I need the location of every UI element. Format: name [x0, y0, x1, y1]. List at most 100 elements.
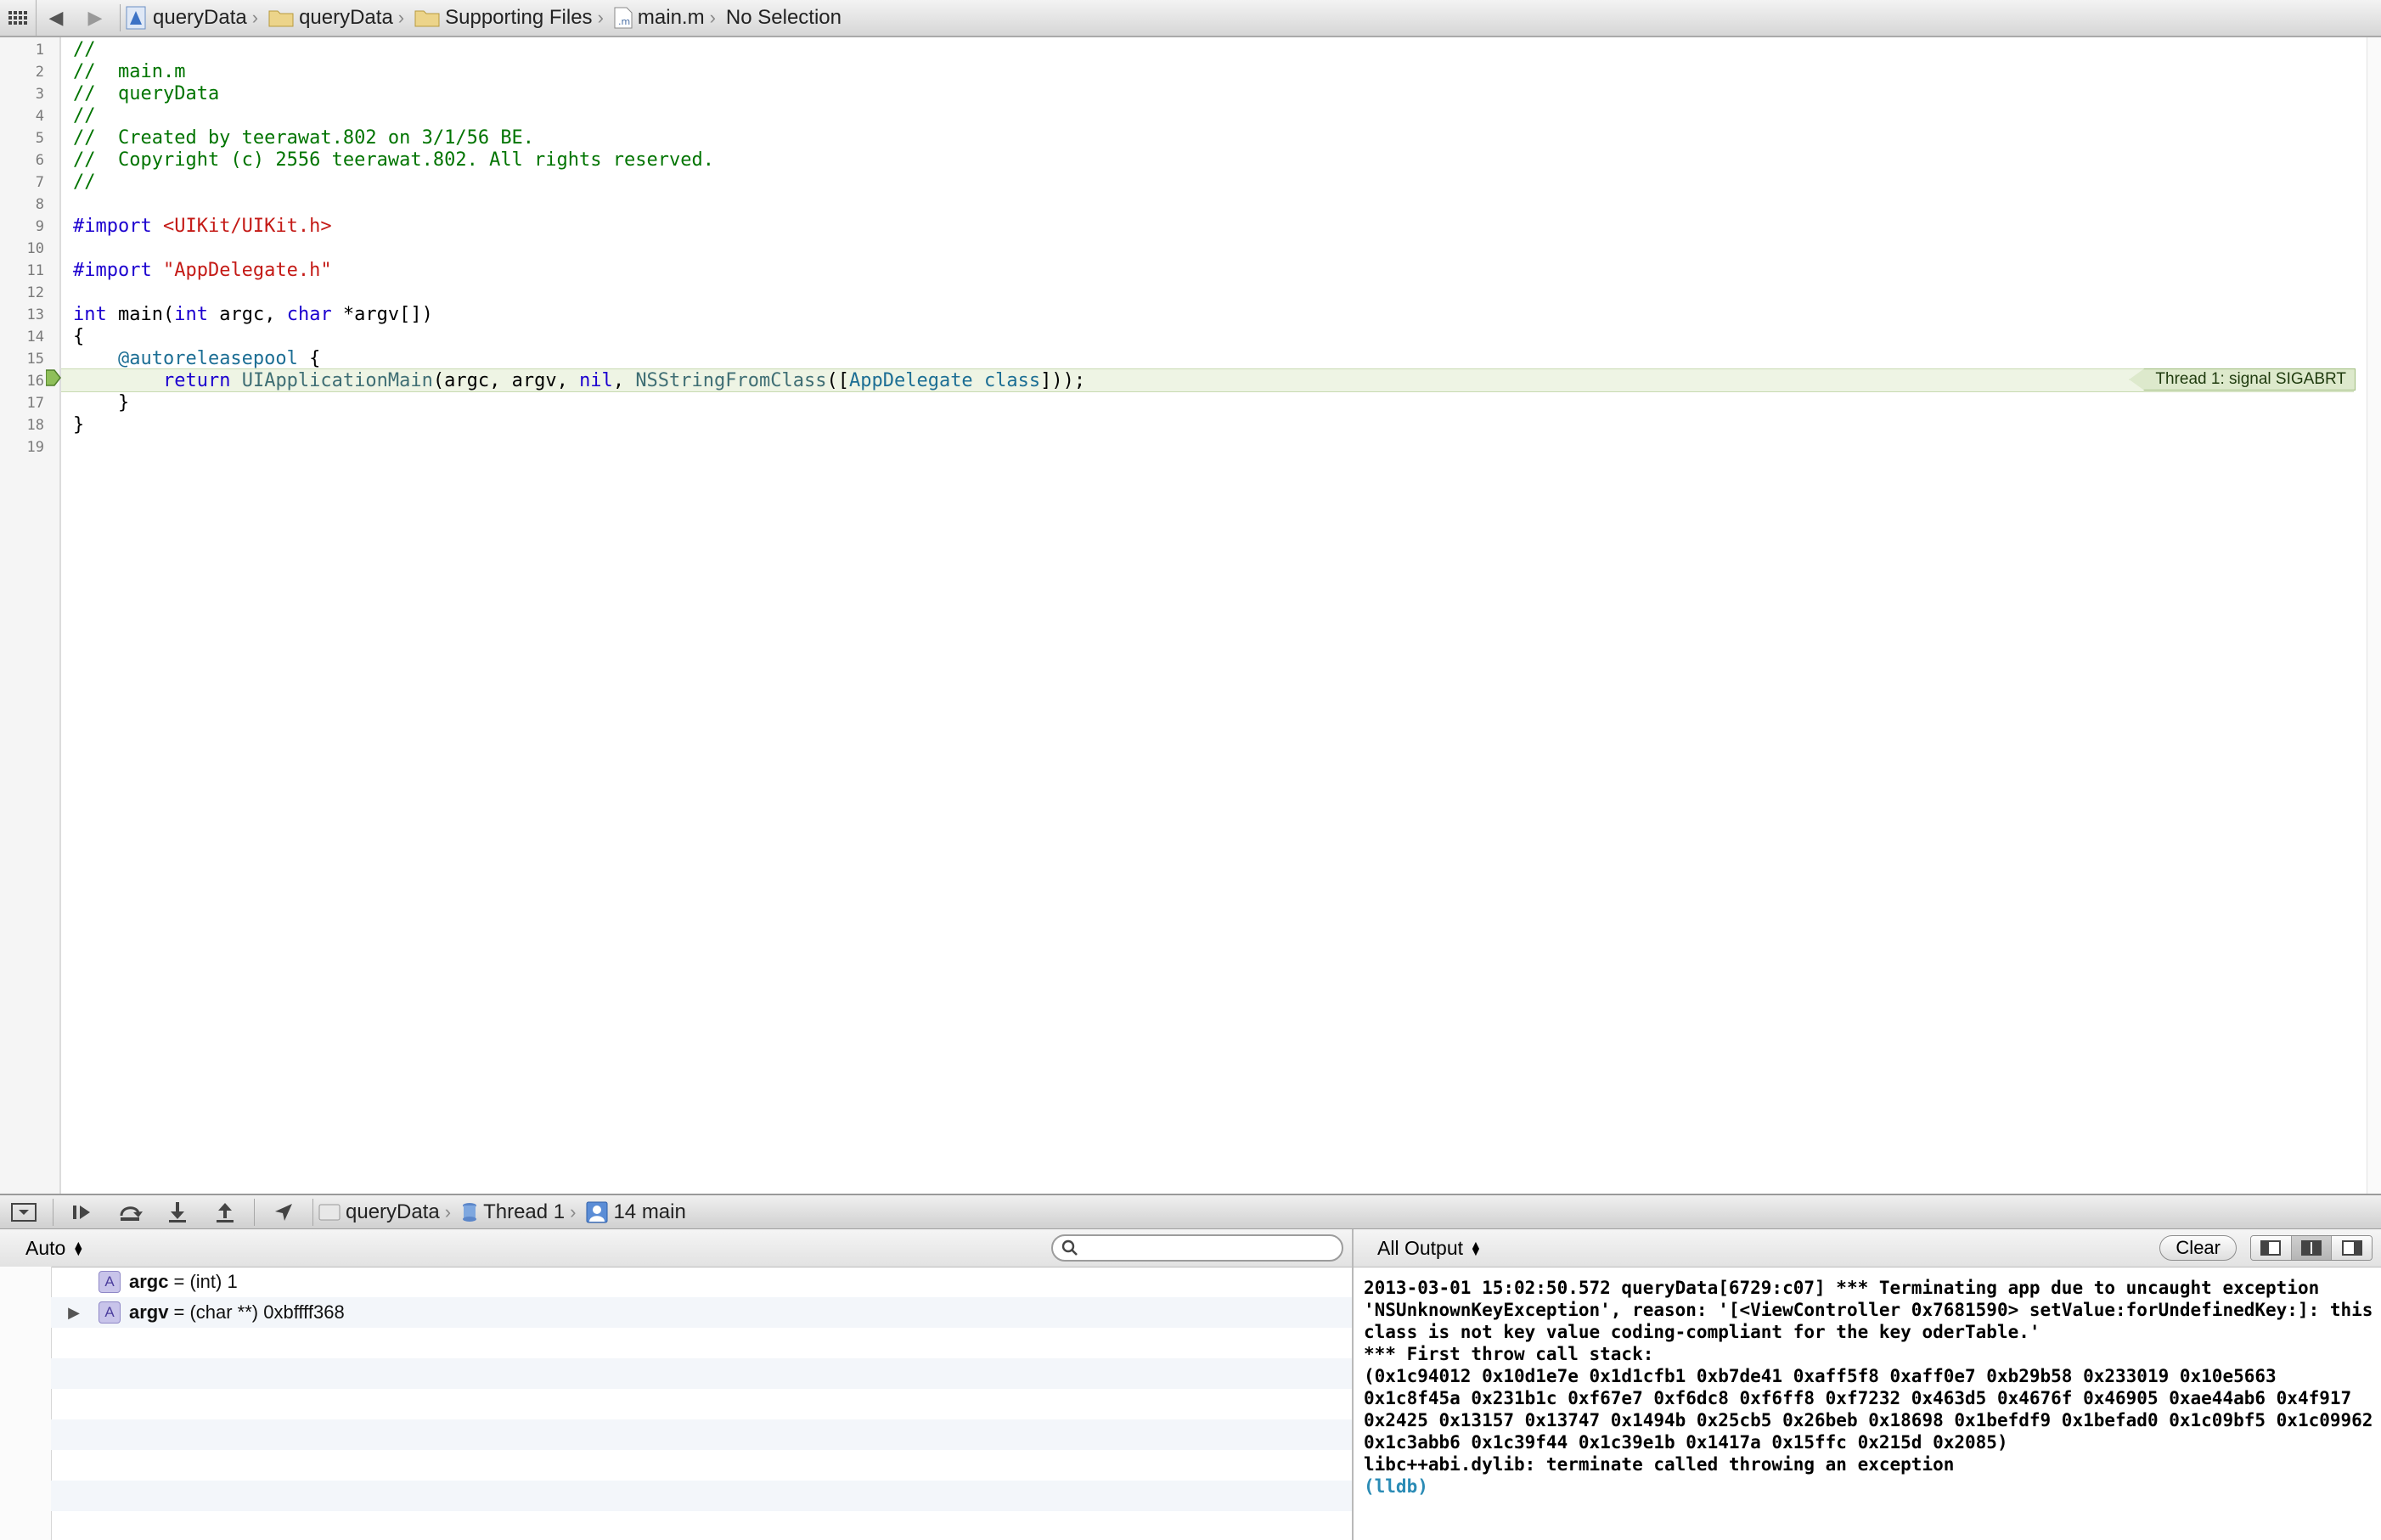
- variables-scope-popup[interactable]: Auto ▲ ▼: [25, 1237, 84, 1260]
- editor-vertical-scrollbar[interactable]: [2367, 37, 2381, 1194]
- breadcrumb-label: main.m: [637, 6, 705, 29]
- line-number: 15: [26, 351, 44, 368]
- updown-arrows-icon: ▲ ▼: [72, 1238, 85, 1258]
- console-log-text: 2013-03-01 15:02:50.572 queryData[6729:c…: [1364, 1278, 2373, 1475]
- folder-icon: [414, 8, 440, 27]
- argument-badge-icon: A: [99, 1271, 121, 1293]
- line-number: 1: [35, 42, 44, 59]
- code-line: int main(int argc, char *argv[]): [73, 304, 433, 325]
- code-line: //: [73, 39, 96, 60]
- line-number: 18: [26, 417, 44, 434]
- line-number: 13: [26, 306, 44, 323]
- chevron-right-icon: ›: [709, 7, 716, 28]
- line-number: 5: [35, 130, 44, 147]
- breadcrumb-symbol[interactable]: No Selection: [726, 0, 845, 36]
- project-icon: [126, 6, 148, 30]
- thread-icon: [461, 1202, 478, 1222]
- debug-breadcrumb-process[interactable]: queryData ›: [318, 1194, 461, 1230]
- show-console-only-icon[interactable]: [2332, 1236, 2372, 1260]
- line-number: 4: [35, 108, 44, 125]
- empty-row: [51, 1481, 1352, 1511]
- console-header: All Output ▲ ▼ Clear: [1354, 1229, 2381, 1267]
- pane-layout-segmented-control: [2250, 1235, 2373, 1261]
- line-number: 14: [26, 329, 44, 346]
- breadcrumb-file[interactable]: .m main.m ›: [614, 0, 726, 36]
- empty-row: [51, 1328, 1352, 1358]
- chevron-right-icon: ›: [444, 1200, 452, 1222]
- debug-breadcrumb-thread[interactable]: Thread 1 ›: [461, 1194, 586, 1230]
- chevron-right-icon: ›: [597, 7, 604, 28]
- console-output[interactable]: 2013-03-01 15:02:50.572 queryData[6729:c…: [1364, 1277, 2374, 1498]
- code-line: //: [73, 171, 96, 193]
- line-number: 12: [26, 284, 44, 301]
- show-both-panes-icon[interactable]: [2291, 1236, 2333, 1260]
- hide-debug-area-icon[interactable]: [0, 1195, 48, 1229]
- continue-icon[interactable]: [59, 1195, 106, 1229]
- line-number-gutter[interactable]: 1 2 3 4 5 6 7 8 9 10 11 12 13 14 15 16 1…: [0, 37, 61, 1194]
- code-line: // Created by teerawat.802 on 3/1/56 BE.: [73, 127, 535, 149]
- line-number: 10: [26, 240, 44, 257]
- m-file-icon: .m: [614, 7, 633, 29]
- breadcrumb-project[interactable]: queryData ›: [126, 0, 268, 36]
- variables-margin: [0, 1267, 52, 1540]
- search-icon: [1061, 1239, 1078, 1256]
- step-over-icon[interactable]: [106, 1195, 154, 1229]
- empty-row: [51, 1450, 1352, 1481]
- variables-search-field[interactable]: [1051, 1234, 1343, 1262]
- variable-value: = (char **) 0xbffff368: [173, 1301, 345, 1323]
- line-number: 7: [35, 174, 44, 191]
- empty-row: [51, 1358, 1352, 1389]
- scope-label: Auto: [25, 1236, 66, 1259]
- search-input[interactable]: [1084, 1237, 1325, 1259]
- code-line: @autoreleasepool {: [117, 348, 321, 369]
- line-number: 2: [35, 64, 44, 81]
- folder-icon: [268, 8, 294, 27]
- source-editor[interactable]: Thread 1: signal SIGABRT // // main.m //…: [61, 37, 2381, 1194]
- code-line: #import <UIKit/UIKit.h>: [73, 216, 332, 237]
- jump-bar: ◀ ▶ queryData › queryData › Supporting F…: [0, 0, 2381, 37]
- clear-console-button[interactable]: Clear: [2159, 1235, 2237, 1261]
- variable-row-argc[interactable]: A argc = (int) 1: [51, 1267, 1352, 1297]
- line-number: 16: [26, 373, 44, 390]
- empty-row: [51, 1389, 1352, 1419]
- breadcrumb-label: queryData: [299, 6, 393, 29]
- argument-badge-icon: A: [99, 1301, 121, 1324]
- related-items-grid-icon[interactable]: [0, 0, 37, 36]
- program-counter-arrow-icon[interactable]: [46, 368, 61, 387]
- breadcrumb-label: Supporting Files: [445, 6, 593, 29]
- back-arrow-icon[interactable]: ◀: [37, 0, 76, 36]
- breadcrumb-label: No Selection: [725, 6, 842, 29]
- forward-arrow-icon[interactable]: ▶: [76, 0, 115, 36]
- breadcrumb-label: queryData: [153, 6, 247, 29]
- step-out-icon[interactable]: [201, 1195, 249, 1229]
- step-into-icon[interactable]: [154, 1195, 201, 1229]
- line-number: 3: [35, 86, 44, 103]
- show-variables-only-icon[interactable]: [2251, 1236, 2292, 1260]
- chevron-right-icon: ›: [397, 7, 405, 28]
- breadcrumb-group[interactable]: queryData ›: [268, 0, 414, 36]
- debug-crumb-label: queryData: [346, 1200, 440, 1223]
- debug-breadcrumb-frame[interactable]: 14 main: [586, 1194, 689, 1230]
- updown-arrows-icon: ▲ ▼: [1470, 1238, 1482, 1258]
- code-line: // main.m: [73, 61, 186, 82]
- code-line: {: [73, 326, 85, 347]
- lldb-prompt[interactable]: (lldb): [1364, 1476, 1428, 1497]
- console-output-filter-popup[interactable]: All Output ▲ ▼: [1377, 1237, 1482, 1260]
- empty-row: [51, 1419, 1352, 1450]
- simulate-location-icon[interactable]: [260, 1195, 307, 1229]
- divider: [254, 1198, 255, 1226]
- debug-crumb-label: 14 main: [613, 1200, 686, 1223]
- variable-row-argv[interactable]: ▶ A argv = (char **) 0xbffff368: [51, 1297, 1352, 1328]
- breadcrumb-supporting-files[interactable]: Supporting Files ›: [414, 0, 614, 36]
- divider: [120, 4, 121, 31]
- variable-name: argv: [129, 1301, 169, 1323]
- output-filter-label: All Output: [1377, 1236, 1463, 1259]
- disclosure-triangle-icon[interactable]: ▶: [65, 1304, 83, 1322]
- code-line: // queryData: [73, 83, 220, 104]
- console-view: All Output ▲ ▼ Clear 2013-03-01 15:02:50.…: [1354, 1229, 2381, 1540]
- process-icon: [318, 1203, 341, 1222]
- code-line: }: [73, 392, 130, 413]
- variable-name: argc: [129, 1271, 169, 1292]
- thread-signal-badge[interactable]: Thread 1: signal SIGABRT: [2129, 368, 2356, 391]
- line-number: 6: [35, 152, 44, 169]
